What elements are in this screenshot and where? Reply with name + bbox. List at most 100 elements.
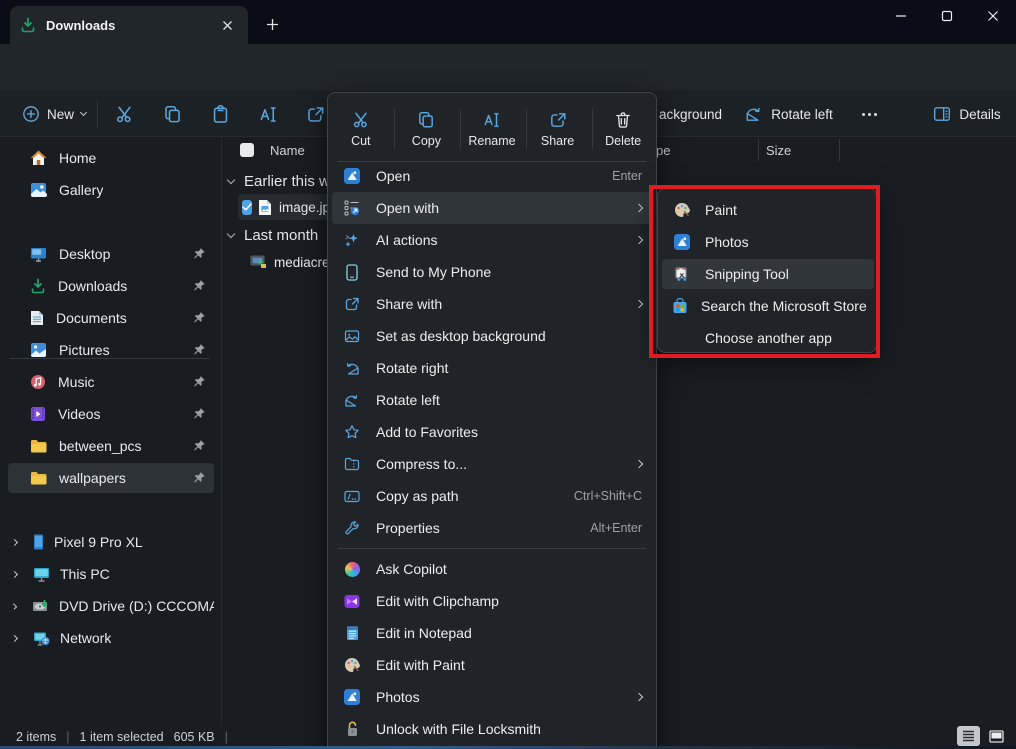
menu-item-ai-actions[interactable]: AI actions — [332, 224, 654, 256]
sidebar-item-network[interactable]: Network — [8, 623, 214, 653]
group-collapse-icon[interactable] — [227, 229, 235, 237]
menu-item-add-to-favorites[interactable]: Add to Favorites — [332, 416, 654, 448]
group-earlier-this-week[interactable]: Earlier this w — [228, 169, 330, 193]
rotate-left-button[interactable]: Rotate left — [742, 98, 836, 130]
menu-item-compress-to[interactable]: Compress to... — [332, 448, 654, 480]
menu-item-unlock-with-file-locksmith[interactable]: Unlock with File Locksmith — [332, 713, 654, 745]
column-header-type[interactable]: pe — [656, 139, 670, 161]
rename-menu-button[interactable]: Rename — [459, 101, 525, 157]
sidebar-item-label: Pictures — [59, 342, 110, 358]
expand-chevron-icon[interactable] — [11, 634, 18, 641]
sidebar-item-label: Downloads — [58, 278, 127, 294]
status-separator: | — [66, 730, 69, 744]
menu-item-share-with[interactable]: Share with — [332, 288, 654, 320]
group-collapse-icon[interactable] — [227, 175, 235, 183]
menu-item-photos[interactable]: Photos — [332, 681, 654, 713]
sidebar-item-wallpapers[interactable]: wallpapers — [8, 463, 214, 493]
sidebar-item-label: Gallery — [59, 182, 103, 198]
rename-button[interactable] — [252, 98, 284, 130]
paste-button[interactable] — [204, 98, 236, 130]
file-row-image[interactable]: image.jp — [238, 194, 330, 220]
sidebar-item-this-pc[interactable]: This PC — [8, 559, 214, 589]
pictures-icon — [30, 342, 47, 358]
details-button[interactable]: Details — [928, 98, 1006, 130]
sidebar-item-videos[interactable]: Videos — [8, 399, 214, 429]
sidebar-item-label: Music — [58, 374, 95, 390]
column-header-size[interactable]: Size — [766, 139, 791, 161]
thumbnail-view-button[interactable] — [985, 726, 1008, 746]
new-button[interactable]: New — [14, 98, 94, 130]
menu-item-rotate-right[interactable]: Rotate right — [332, 352, 654, 384]
submenu-chevron-icon — [635, 300, 643, 308]
set-as-background-button[interactable]: ackground — [659, 98, 731, 130]
maximize-button[interactable] — [924, 0, 970, 32]
sidebar-item-dvd-drive[interactable]: DVD Drive (D:) CCCOMA_X64FF — [8, 591, 214, 621]
submenu-chevron-icon — [635, 204, 643, 212]
sidebar-item-gallery[interactable]: Gallery — [8, 175, 214, 205]
close-button[interactable] — [970, 0, 1016, 32]
new-tab-button[interactable] — [260, 12, 284, 36]
menu-item-edit-with-clipchamp[interactable]: Edit with Clipchamp — [332, 585, 654, 617]
copy-button[interactable] — [156, 98, 188, 130]
copy-menu-button[interactable]: Copy — [394, 101, 460, 157]
tab-close-icon[interactable] — [216, 14, 238, 36]
menu-item-edit-in-notepad[interactable]: Edit in Notepad — [332, 617, 654, 649]
rotate-left-icon — [745, 106, 763, 122]
column-divider[interactable] — [758, 139, 759, 161]
menu-item-rotate-left[interactable]: Rotate left — [332, 384, 654, 416]
menu-item-open[interactable]: Open Enter — [332, 160, 654, 192]
submenu-chevron-icon — [635, 460, 643, 468]
home-icon — [30, 150, 47, 166]
quick-action-label: Cut — [351, 134, 370, 148]
expand-chevron-icon[interactable] — [11, 603, 17, 609]
menu-item-send-to-my-phone[interactable]: Send to My Phone — [332, 256, 654, 288]
sidebar-item-downloads[interactable]: Downloads — [8, 271, 214, 301]
column-type-label-fragment: pe — [656, 143, 670, 158]
menu-item-open-with[interactable]: Open with — [332, 192, 654, 224]
selection-size: 605 KB — [174, 730, 215, 744]
cut-menu-button[interactable]: Cut — [328, 101, 394, 157]
tab-downloads[interactable]: Downloads — [10, 6, 248, 44]
sidebar-item-home[interactable]: Home — [8, 143, 214, 173]
share-menu-button[interactable]: Share — [525, 101, 591, 157]
menu-divider — [338, 548, 646, 549]
file-row-mediacreationtool[interactable]: mediacre — [250, 249, 330, 275]
file-checkbox-checked[interactable] — [242, 200, 252, 215]
select-all-checkbox[interactable] — [240, 143, 254, 157]
sidebar-item-desktop[interactable]: Desktop — [8, 239, 214, 269]
group-label: Earlier this w — [244, 173, 330, 190]
sidebar-item-documents[interactable]: Documents — [8, 303, 214, 333]
expand-chevron-icon[interactable] — [11, 570, 18, 577]
downloads-icon — [30, 278, 46, 294]
menu-item-edit-with-paint[interactable]: Edit with Paint — [332, 649, 654, 681]
cut-button[interactable] — [108, 98, 140, 130]
column-divider[interactable] — [839, 139, 840, 161]
details-view-icon — [962, 730, 975, 742]
sidebar-item-music[interactable]: Music — [8, 367, 214, 397]
sidebar-item-pictures[interactable]: Pictures — [8, 335, 214, 365]
sidebar-item-between-pcs[interactable]: between_pcs — [8, 431, 214, 461]
sidebar-item-label: Network — [60, 630, 111, 646]
column-header-name[interactable]: Name — [270, 139, 305, 161]
menu-shortcut: Enter — [612, 169, 642, 183]
gallery-icon — [30, 182, 47, 198]
sidebar-item-pixel-9-pro-xl[interactable]: Pixel 9 Pro XL — [8, 527, 214, 557]
details-view-button[interactable] — [957, 726, 980, 746]
ai-sparkle-icon — [342, 232, 362, 248]
menu-item-ask-copilot[interactable]: Ask Copilot — [332, 553, 654, 585]
pin-icon — [193, 343, 206, 356]
minimize-button[interactable] — [878, 0, 924, 32]
column-header-checkbox[interactable] — [240, 139, 254, 161]
menu-item-copy-as-path[interactable]: Copy as path Ctrl+Shift+C — [332, 480, 654, 512]
see-more-button[interactable] — [852, 98, 886, 130]
expand-chevron-icon[interactable] — [11, 538, 18, 545]
menu-item-properties[interactable]: Properties Alt+Enter — [332, 512, 654, 544]
sidebar-item-label: Pixel 9 Pro XL — [54, 534, 143, 550]
group-last-month[interactable]: Last month — [228, 223, 318, 247]
menu-item-set-as-desktop-background[interactable]: Set as desktop background — [332, 320, 654, 352]
phone-outline-icon — [342, 264, 362, 281]
sidebar-item-label: DVD Drive (D:) CCCOMA_X64FF — [59, 598, 214, 614]
open-with-icon — [342, 200, 362, 216]
delete-menu-button[interactable]: Delete — [590, 101, 656, 157]
file-name: image.jp — [279, 200, 330, 215]
